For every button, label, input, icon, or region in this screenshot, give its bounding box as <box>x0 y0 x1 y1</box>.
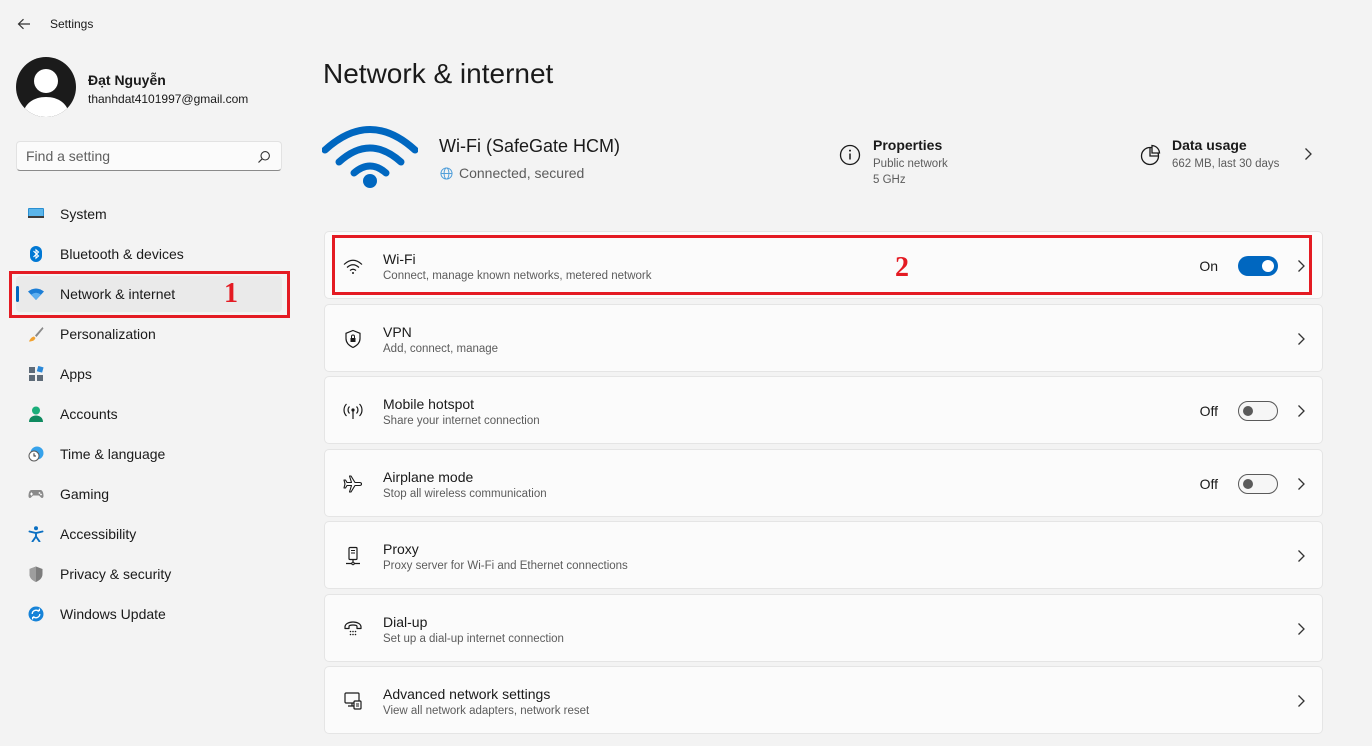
advanced-network-settings-subtitle: View all network adapters, network reset <box>383 705 590 717</box>
vpn-shield-icon <box>345 329 361 349</box>
dial-up-card-title: Dial-up <box>383 614 428 630</box>
chevron-right-icon <box>1298 623 1305 635</box>
gamepad-icon <box>28 490 44 498</box>
network-name: Wi-Fi (SafeGate HCM) <box>439 136 621 156</box>
dial-up-card-subtitle: Set up a dial-up internet connection <box>383 633 564 645</box>
airplane-toggle[interactable] <box>1238 474 1278 494</box>
sidebar-item-apps[interactable]: Apps <box>16 356 282 392</box>
user-silhouette-icon <box>22 69 70 117</box>
proxy-card-title: Proxy <box>383 541 419 557</box>
chevron-right-icon <box>1298 478 1305 490</box>
accounts-icon <box>29 406 43 422</box>
proxy-card[interactable]: Proxy Proxy server for Wi-Fi and Etherne… <box>324 521 1323 589</box>
airplane-mode-card-title: Airplane mode <box>383 469 474 485</box>
time-language-icon <box>28 446 44 462</box>
back-arrow-icon <box>17 18 30 30</box>
hotspot-toggle-label: Off <box>1199 403 1218 419</box>
sidebar-item-label: System <box>60 206 107 222</box>
sidebar-item-label: Personalization <box>60 326 156 342</box>
info-icon[interactable] <box>839 144 861 166</box>
chevron-right-icon[interactable] <box>1302 147 1314 161</box>
hotspot-toggle[interactable] <box>1238 401 1278 421</box>
toggle-knob <box>1243 479 1253 489</box>
dialup-icon <box>344 621 362 636</box>
brush-icon <box>29 327 44 342</box>
app-title: Settings <box>50 17 94 31</box>
annotation-number-2: 2 <box>895 252 909 283</box>
sidebar-item-label: Apps <box>60 366 92 382</box>
mobile-hotspot-card-subtitle: Share your internet connection <box>383 415 540 427</box>
sidebar-item-time-language[interactable]: Time & language <box>16 436 282 472</box>
mobile-hotspot-card-title: Mobile hotspot <box>383 396 475 412</box>
chevron-right-icon <box>1298 333 1305 345</box>
globe-icon <box>440 166 453 180</box>
sidebar-item-label: Accounts <box>60 406 118 422</box>
avatar[interactable] <box>16 57 76 117</box>
sidebar-item-label: Gaming <box>60 486 110 502</box>
accessibility-icon <box>28 526 44 542</box>
sidebar-item-gaming[interactable]: Gaming <box>16 476 282 512</box>
page-title: Network & internet <box>323 58 554 89</box>
shield-icon <box>29 566 43 582</box>
airplane-mode-card[interactable]: Airplane mode Stop all wireless communic… <box>324 449 1323 517</box>
toggle-knob <box>1243 406 1253 416</box>
sidebar-item-system[interactable]: System <box>16 196 282 232</box>
advanced-network-icon <box>344 692 362 710</box>
search-box[interactable] <box>16 141 282 171</box>
proxy-icon <box>346 546 360 566</box>
data-usage-icon[interactable] <box>1139 144 1161 166</box>
bluetooth-icon <box>30 246 42 262</box>
user-email: thanhdat4101997@gmail.com <box>88 92 249 106</box>
sidebar-item-bluetooth[interactable]: Bluetooth & devices <box>16 236 282 272</box>
airplane-mode-card-subtitle: Stop all wireless communication <box>383 488 547 500</box>
system-icon <box>28 208 44 218</box>
sidebar-item-accounts[interactable]: Accounts <box>16 396 282 432</box>
search-icon[interactable] <box>257 150 271 164</box>
mobile-hotspot-card[interactable]: Mobile hotspot Share your internet conne… <box>324 376 1323 444</box>
advanced-network-settings-title: Advanced network settings <box>383 686 551 702</box>
vpn-card[interactable]: VPN Add, connect, manage <box>324 304 1323 372</box>
airplane-icon <box>343 475 363 493</box>
search-input[interactable] <box>26 148 246 164</box>
vpn-card-subtitle: Add, connect, manage <box>383 343 499 355</box>
sidebar-item-label: Privacy & security <box>60 566 172 582</box>
chevron-right-icon <box>1298 405 1305 417</box>
annotation-box-1 <box>9 271 290 318</box>
hotspot-icon <box>343 403 363 419</box>
connection-status: Connected, secured <box>440 165 584 181</box>
properties-title[interactable]: Properties <box>873 137 942 153</box>
annotation-box-2 <box>332 235 1312 295</box>
sidebar-item-personalization[interactable]: Personalization <box>16 316 282 352</box>
title-bar: Settings <box>0 0 1372 48</box>
sidebar-item-label: Bluetooth & devices <box>60 246 184 262</box>
apps-icon <box>29 366 44 381</box>
wifi-hero-icon <box>322 126 418 188</box>
sidebar-item-label: Time & language <box>60 446 166 462</box>
chevron-right-icon <box>1298 695 1305 707</box>
user-name: Đạt Nguyễn <box>88 72 166 88</box>
update-icon <box>28 606 44 622</box>
sidebar-item-label: Accessibility <box>60 526 137 542</box>
sidebar-item-privacy-security[interactable]: Privacy & security <box>16 556 282 592</box>
sidebar-item-windows-update[interactable]: Windows Update <box>16 596 282 632</box>
chevron-right-icon <box>1298 550 1305 562</box>
connection-status-text: Connected, secured <box>459 165 585 181</box>
proxy-card-subtitle: Proxy server for Wi-Fi and Ethernet conn… <box>383 560 628 572</box>
sidebar-item-label: Windows Update <box>60 606 166 622</box>
data-usage-title[interactable]: Data usage <box>1172 137 1247 153</box>
advanced-network-settings-card[interactable]: Advanced network settings View all netwo… <box>324 666 1323 734</box>
airplane-toggle-label: Off <box>1199 476 1218 492</box>
dial-up-card[interactable]: Dial-up Set up a dial-up internet connec… <box>324 594 1323 662</box>
sidebar-item-accessibility[interactable]: Accessibility <box>16 516 282 552</box>
annotation-number-1: 1 <box>224 278 238 309</box>
data-usage-amount: 662 MB, last 30 days <box>1172 158 1280 170</box>
vpn-card-title: VPN <box>383 324 412 340</box>
back-button[interactable] <box>10 12 38 36</box>
properties-band: 5 GHz <box>873 174 906 186</box>
properties-network-type: Public network <box>873 158 948 170</box>
